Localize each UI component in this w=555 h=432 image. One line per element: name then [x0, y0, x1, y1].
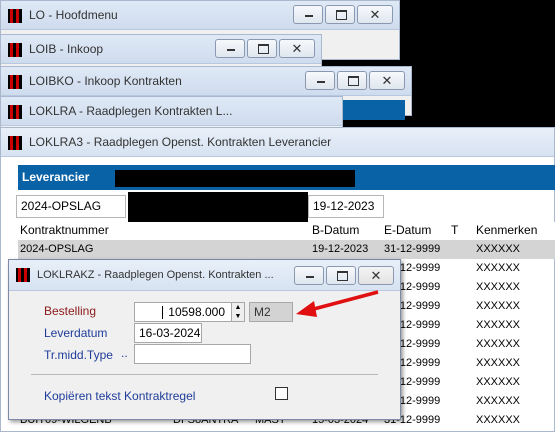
trmidd-ellipsis: ..: [121, 346, 128, 360]
minimize-button[interactable]: [305, 71, 335, 90]
close-button[interactable]: ✕: [369, 71, 405, 90]
cell-b-datum: 19-12-2023: [312, 243, 369, 255]
minimize-icon: [305, 15, 313, 17]
cell-kenmerken: XXXXXX: [476, 262, 521, 274]
close-icon: ✕: [381, 73, 393, 88]
titlebar[interactable]: LOIB - Inkoop ✕: [1, 35, 321, 64]
maximize-icon: [348, 76, 359, 86]
minimize-icon: [306, 276, 314, 278]
cell-kenmerken: XXXXXX: [476, 300, 521, 312]
leverancier-label: Leverancier: [22, 170, 90, 184]
titlebar[interactable]: LOKLRA - Raadplegen Kontrakten L...: [1, 97, 342, 126]
bestelling-input[interactable]: 10598.000: [134, 302, 232, 322]
close-icon: ✕: [291, 41, 303, 56]
window-title: LOIBKO - Inkoop Kontrakten: [29, 74, 182, 88]
cell-kenmerken: XXXXXX: [476, 281, 521, 293]
close-icon: ✕: [370, 268, 382, 283]
text-caret: [162, 306, 163, 319]
leverdatum-input[interactable]: 16-03-2024: [134, 323, 202, 343]
cell-kenmerken: XXXXXX: [476, 338, 521, 350]
kopieren-checkbox[interactable]: [275, 387, 288, 400]
date-field[interactable]: 19-12-2023: [308, 195, 384, 218]
cell-kenmerken: XXXXXX: [476, 243, 521, 255]
cell-kenmerken: XXXXXX: [476, 414, 521, 426]
maximize-button[interactable]: [247, 39, 277, 58]
table-header: Kontraktnummer B-Datum E-Datum T Kenmerk…: [18, 222, 555, 241]
col-kenmerken[interactable]: Kenmerken: [476, 223, 537, 237]
dialog-title: LOKLRAKZ - Raadplegen Openst. Kontrakten…: [37, 269, 274, 281]
app-icon: [8, 75, 22, 89]
maximize-icon: [336, 10, 347, 20]
app-icon: [8, 105, 22, 119]
close-button[interactable]: ✕: [358, 266, 394, 285]
cell-kenmerken: XXXXXX: [476, 376, 521, 388]
blue-strip: [343, 100, 405, 120]
close-button[interactable]: ✕: [279, 39, 315, 58]
spin-down-icon[interactable]: ▼: [232, 312, 244, 321]
table-row[interactable]: 2024-OPSLAG 19-12-2023 31-12-9999 XXXXXX: [18, 240, 555, 259]
titlebar[interactable]: LOKLRA3 - Raadplegen Openst. Kontrakten …: [1, 128, 554, 157]
trmidd-input[interactable]: [134, 344, 251, 364]
cell-kenmerken: XXXXXX: [476, 395, 521, 407]
minimize-icon: [227, 49, 235, 51]
divider: [31, 374, 378, 375]
cell-kenmerken: XXXXXX: [476, 319, 521, 331]
minimize-icon: [317, 81, 325, 83]
titlebar[interactable]: LOIBKO - Inkoop Kontrakten ✕: [1, 67, 411, 96]
window-title: LOKLRA - Raadplegen Kontrakten L...: [29, 104, 233, 118]
col-e-datum[interactable]: E-Datum: [384, 223, 431, 237]
close-icon: ✕: [369, 7, 381, 22]
trmidd-label: Tr.midd.Type: [44, 348, 113, 362]
app-icon: [8, 43, 22, 57]
dialog-titlebar[interactable]: LOKLRAKZ - Raadplegen Openst. Kontrakten…: [9, 260, 400, 291]
close-button[interactable]: ✕: [357, 5, 393, 24]
red-arrow-icon: [296, 290, 379, 317]
window-title: LOIB - Inkoop: [29, 42, 104, 56]
bestelling-label: Bestelling: [44, 304, 97, 318]
cell-e-datum: 31-12-9999: [384, 243, 441, 255]
maximize-icon: [258, 44, 269, 54]
cell-kenmerken: XXXXXX: [476, 357, 521, 369]
spin-up-icon[interactable]: ▲: [232, 303, 244, 312]
unit-field: M2: [249, 302, 293, 322]
kopieren-label: Kopiëren tekst Kontraktregel: [44, 389, 196, 403]
redacted-bar: [115, 170, 355, 187]
app-icon: [16, 268, 30, 282]
minimize-button[interactable]: [293, 5, 323, 24]
leverdatum-label: Leverdatum: [44, 326, 108, 340]
titlebar[interactable]: LO - Hoofdmenu ✕: [1, 1, 399, 30]
supplier-code-field[interactable]: 2024-OPSLAG: [16, 195, 126, 218]
dialog-kontraktregel: LOKLRAKZ - Raadplegen Openst. Kontrakten…: [8, 259, 401, 420]
col-t[interactable]: T: [451, 223, 458, 237]
minimize-button[interactable]: [294, 266, 324, 285]
app-icon: [8, 136, 22, 150]
maximize-icon: [337, 271, 348, 281]
bestelling-spinner[interactable]: ▲ ▼: [231, 302, 245, 322]
maximize-button[interactable]: [326, 266, 356, 285]
maximize-button[interactable]: [337, 71, 367, 90]
window-title: LO - Hoofdmenu: [29, 8, 118, 22]
app-icon: [8, 9, 22, 23]
bestelling-value: 10598.000: [168, 305, 225, 319]
cell-kontraktnummer: 2024-OPSLAG: [20, 243, 94, 255]
minimize-button[interactable]: [215, 39, 245, 58]
col-kontraktnummer[interactable]: Kontraktnummer: [20, 223, 109, 237]
maximize-button[interactable]: [325, 5, 355, 24]
col-b-datum[interactable]: B-Datum: [312, 223, 359, 237]
window-title: LOKLRA3 - Raadplegen Openst. Kontrakten …: [29, 135, 332, 149]
